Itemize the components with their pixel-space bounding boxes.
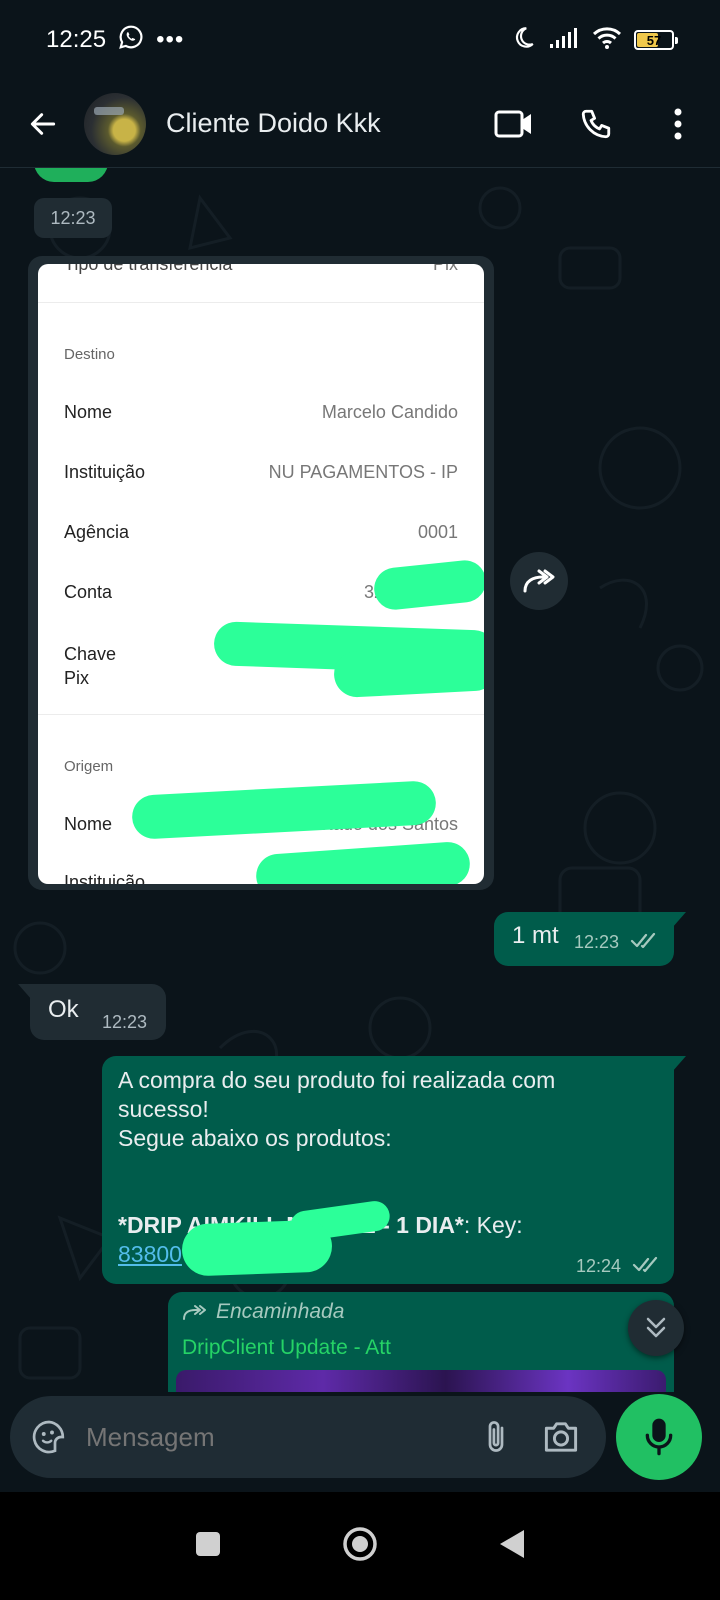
- chat-area[interactable]: 12:23 Tipo de transferência Pix Destino …: [0, 168, 720, 1420]
- message-time: 12:24: [576, 1256, 622, 1276]
- voice-record-button[interactable]: [616, 1394, 702, 1480]
- camera-icon: [544, 1422, 578, 1452]
- message-input-container[interactable]: [10, 1396, 606, 1478]
- forwarded-label: Encaminhada: [216, 1300, 345, 1323]
- microphone-icon: [645, 1418, 673, 1456]
- image-message[interactable]: Tipo de transferência Pix Destino Nome M…: [28, 256, 494, 890]
- attach-button[interactable]: [466, 1396, 526, 1478]
- forward-button[interactable]: [510, 552, 568, 610]
- battery-level: 57: [646, 32, 662, 48]
- product-suffix: : Key:: [463, 1212, 523, 1238]
- incoming-message[interactable]: Ok 12:23: [30, 984, 166, 1040]
- square-icon: [196, 1531, 220, 1556]
- destino-conta-label: Conta: [64, 582, 113, 602]
- scroll-to-bottom-button[interactable]: [628, 1300, 684, 1356]
- outgoing-message[interactable]: A compra do seu produto foi realizada co…: [102, 1056, 674, 1284]
- voice-call-button[interactable]: [566, 94, 626, 154]
- receipt-image[interactable]: Tipo de transferência Pix Destino Nome M…: [38, 264, 484, 884]
- redaction-mark: [332, 643, 484, 699]
- wifi-icon: [592, 26, 622, 55]
- composer: [0, 1392, 720, 1492]
- chat-header: Cliente Doido Kkk: [0, 80, 720, 168]
- destino-heading: Destino: [64, 346, 115, 363]
- sticker-emoji-icon: [32, 1420, 65, 1454]
- redaction-mark: [372, 558, 484, 612]
- android-navigation-bar: [0, 1492, 720, 1600]
- destino-nome-value: Marcelo Candido: [321, 402, 458, 422]
- recents-button[interactable]: [194, 1530, 222, 1563]
- destino-agencia-value: 0001: [417, 522, 458, 542]
- paperclip-icon: [488, 1421, 504, 1452]
- message-line: Segue abaixo os produtos:: [118, 1125, 392, 1151]
- home-circle-icon: [343, 1526, 377, 1561]
- receipt-top-label: Tipo de transferência: [64, 264, 233, 274]
- key-link[interactable]: 83800: [118, 1241, 182, 1267]
- double-check-icon: [630, 932, 656, 949]
- destino-instituicao-label: Instituição: [64, 462, 146, 482]
- message-timestamp-bubble: 12:23: [34, 198, 112, 238]
- video-camera-icon: [494, 110, 531, 137]
- status-bar: 12:25 ••• 57: [0, 0, 720, 80]
- phone-icon: [581, 109, 611, 138]
- origem-instituicao-label: Instituição: [64, 872, 146, 884]
- destino-chave-pix-label: Chave Pix: [64, 644, 117, 688]
- signal-icon: [548, 26, 580, 55]
- battery-icon: 57: [634, 30, 678, 50]
- message-text: 1 mt: [512, 922, 559, 949]
- message-time: 12:23: [50, 207, 96, 228]
- forwarded-sender: DripClient Update - Att: [182, 1336, 391, 1359]
- message-time: 12:23: [102, 1012, 148, 1032]
- double-check-icon: [632, 1256, 658, 1273]
- status-time: 12:25: [46, 26, 107, 53]
- more-notifications-icon: •••: [156, 26, 185, 53]
- message-line: A compra do seu produto foi realizada co…: [118, 1067, 556, 1093]
- message-time: 12:23: [574, 932, 620, 952]
- destino-agencia-label: Agência: [64, 522, 130, 542]
- destino-instituicao-value: NU PAGAMENTOS - IP: [268, 462, 458, 482]
- forwarded-icon: [183, 1305, 206, 1320]
- video-call-button[interactable]: [484, 94, 544, 154]
- redaction-mark: [181, 1219, 333, 1277]
- triangle-back-icon: [500, 1529, 524, 1558]
- emoji-button[interactable]: [12, 1396, 86, 1478]
- contact-avatar[interactable]: [84, 92, 146, 155]
- moon-icon: [510, 25, 536, 56]
- receipt-top-value: Pix: [432, 264, 458, 274]
- outgoing-message[interactable]: 1 mt 12:23: [494, 912, 674, 966]
- contact-name[interactable]: Cliente Doido Kkk: [166, 108, 484, 139]
- chevron-double-down-icon: [646, 1317, 666, 1338]
- origem-heading: Origem: [64, 758, 114, 775]
- camera-button[interactable]: [526, 1396, 596, 1478]
- redaction-mark: [254, 840, 472, 884]
- arrow-left-icon: [30, 112, 56, 135]
- more-options-button[interactable]: [648, 94, 708, 154]
- message-input[interactable]: [86, 1421, 466, 1453]
- back-nav-button[interactable]: [498, 1528, 526, 1565]
- partial-message-bubble[interactable]: [34, 168, 108, 182]
- destino-nome-label: Nome: [64, 402, 113, 422]
- message-line: sucesso!: [118, 1096, 209, 1122]
- origem-nome-label: Nome: [64, 814, 113, 834]
- more-vertical-icon: [674, 108, 682, 139]
- back-button[interactable]: [8, 89, 78, 159]
- home-button[interactable]: [342, 1526, 378, 1567]
- whatsapp-status-icon: [118, 24, 144, 57]
- message-text: Ok: [48, 996, 79, 1023]
- forward-icon: [523, 569, 555, 593]
